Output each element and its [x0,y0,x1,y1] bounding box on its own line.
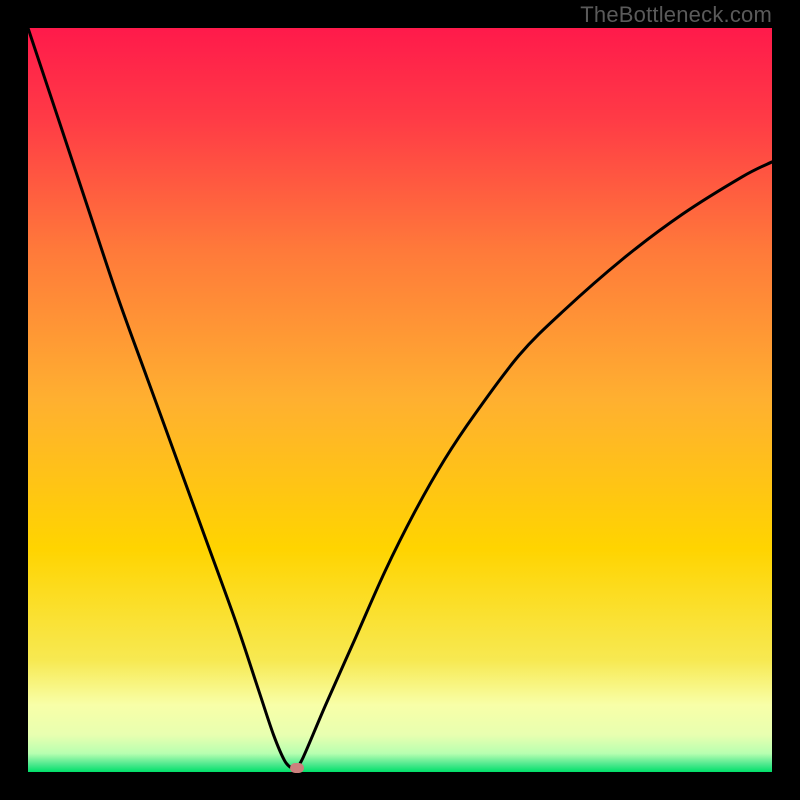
optimal-point-marker [290,763,304,773]
gradient-background [28,28,772,772]
chart-frame [28,28,772,772]
watermark-text: TheBottleneck.com [580,2,772,28]
bottleneck-chart [28,28,772,772]
